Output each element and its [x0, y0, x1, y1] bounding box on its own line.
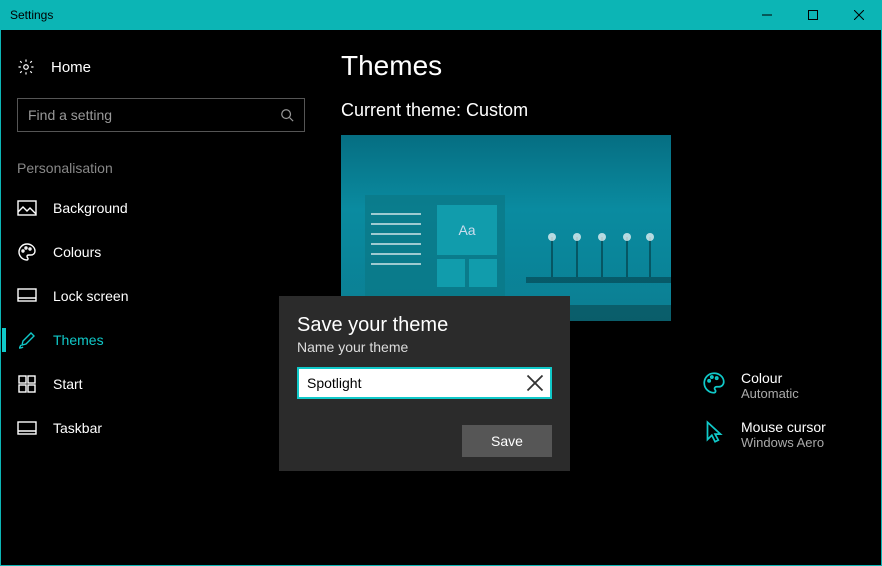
- current-theme-label: Current theme: Custom: [341, 100, 861, 121]
- active-indicator: [2, 328, 6, 352]
- sidebar-item-taskbar[interactable]: Taskbar: [1, 406, 321, 450]
- image-icon: [17, 198, 37, 218]
- sidebar-item-label: Lock screen: [53, 288, 128, 304]
- option-value: Automatic: [741, 386, 799, 401]
- section-label: Personalisation: [1, 132, 321, 186]
- close-icon: [526, 374, 544, 392]
- dialog-title: Save your theme: [297, 314, 552, 337]
- cursor-icon: [701, 419, 727, 445]
- dialog-save-label: Save: [491, 433, 523, 449]
- sidebar-item-label: Start: [53, 376, 83, 392]
- sidebar-item-themes[interactable]: Themes: [1, 318, 321, 362]
- dialog-subtitle: Name your theme: [297, 339, 552, 355]
- sidebar-item-label: Background: [53, 200, 128, 216]
- option-cursor[interactable]: Mouse cursor Windows Aero: [701, 419, 826, 450]
- sidebar-item-start[interactable]: Start: [1, 362, 321, 406]
- window-title: Settings: [10, 8, 53, 22]
- sidebar-item-colours[interactable]: Colours: [1, 230, 321, 274]
- theme-options: Colour Automatic Mouse cursor Windows Ae…: [701, 370, 826, 468]
- option-value: Windows Aero: [741, 435, 826, 450]
- sidebar-item-label: Taskbar: [53, 420, 102, 436]
- monitor-icon: [17, 286, 37, 306]
- preview-tile-aa: Aa: [437, 205, 497, 255]
- sidebar-item-background[interactable]: Background: [1, 186, 321, 230]
- search-icon: [280, 108, 294, 122]
- page-title: Themes: [341, 50, 861, 82]
- theme-preview: Aa: [341, 135, 671, 321]
- search-placeholder: Find a setting: [28, 107, 280, 123]
- close-button[interactable]: [836, 0, 882, 30]
- home-label: Home: [51, 59, 91, 76]
- option-label: Colour: [741, 370, 799, 386]
- gear-icon: [17, 58, 35, 76]
- sidebar-item-label: Themes: [53, 332, 104, 348]
- tiles-icon: [17, 374, 37, 394]
- save-theme-dialog: Save your theme Name your theme Save: [279, 296, 570, 471]
- option-colour[interactable]: Colour Automatic: [701, 370, 826, 401]
- taskbar-icon: [17, 418, 37, 438]
- sidebar: Home Find a setting Personalisation Back…: [1, 30, 321, 565]
- brush-icon: [17, 330, 37, 350]
- search-input[interactable]: Find a setting: [17, 98, 305, 132]
- clear-input-button[interactable]: [526, 374, 544, 392]
- home-nav[interactable]: Home: [1, 50, 321, 84]
- minimize-button[interactable]: [744, 0, 790, 30]
- theme-name-input[interactable]: [307, 375, 526, 391]
- sidebar-item-label: Colours: [53, 244, 101, 260]
- theme-name-field[interactable]: [297, 367, 552, 399]
- option-label: Mouse cursor: [741, 419, 826, 435]
- titlebar: Settings: [0, 0, 882, 30]
- dialog-save-button[interactable]: Save: [462, 425, 552, 457]
- palette-icon: [17, 242, 37, 262]
- palette-icon: [701, 370, 727, 396]
- sidebar-item-lock-screen[interactable]: Lock screen: [1, 274, 321, 318]
- maximize-button[interactable]: [790, 0, 836, 30]
